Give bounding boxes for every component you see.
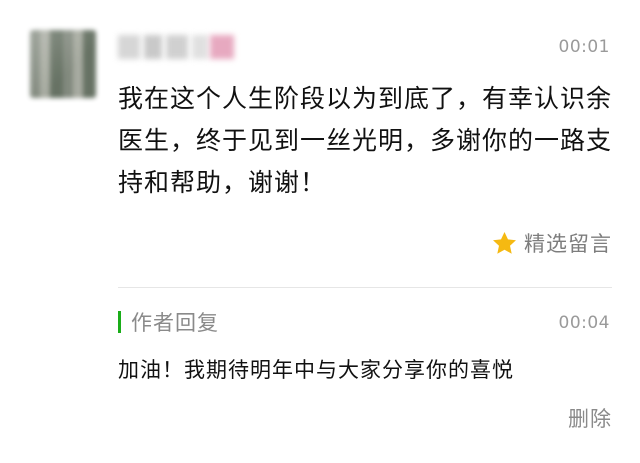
- reply-time: 00:04: [558, 313, 610, 333]
- reply-accent-bar: [118, 311, 121, 333]
- star-icon: [493, 231, 516, 254]
- avatar[interactable]: [30, 30, 96, 98]
- featured-label: 精选留言: [524, 232, 612, 256]
- featured-badge: 精选留言: [491, 227, 612, 259]
- author-reply-header: 作者回复: [118, 306, 219, 338]
- reply-text: 加油！我期待明年中与大家分享你的喜悦: [118, 358, 514, 382]
- comment-text: 我在这个人生阶段以为到底了，有幸认识余医生，终于见到一丝光明，多谢你的一路支持和…: [118, 84, 613, 197]
- author-reply-label: 作者回复: [131, 311, 219, 335]
- divider: [118, 287, 612, 288]
- comment-time: 00:01: [558, 37, 610, 57]
- username-blurred: [118, 33, 240, 63]
- comment-card: 00:01 我在这个人生阶段以为到底了，有幸认识余医生，终于见到一丝光明，多谢你…: [0, 0, 640, 463]
- delete-button[interactable]: 删除: [568, 403, 612, 433]
